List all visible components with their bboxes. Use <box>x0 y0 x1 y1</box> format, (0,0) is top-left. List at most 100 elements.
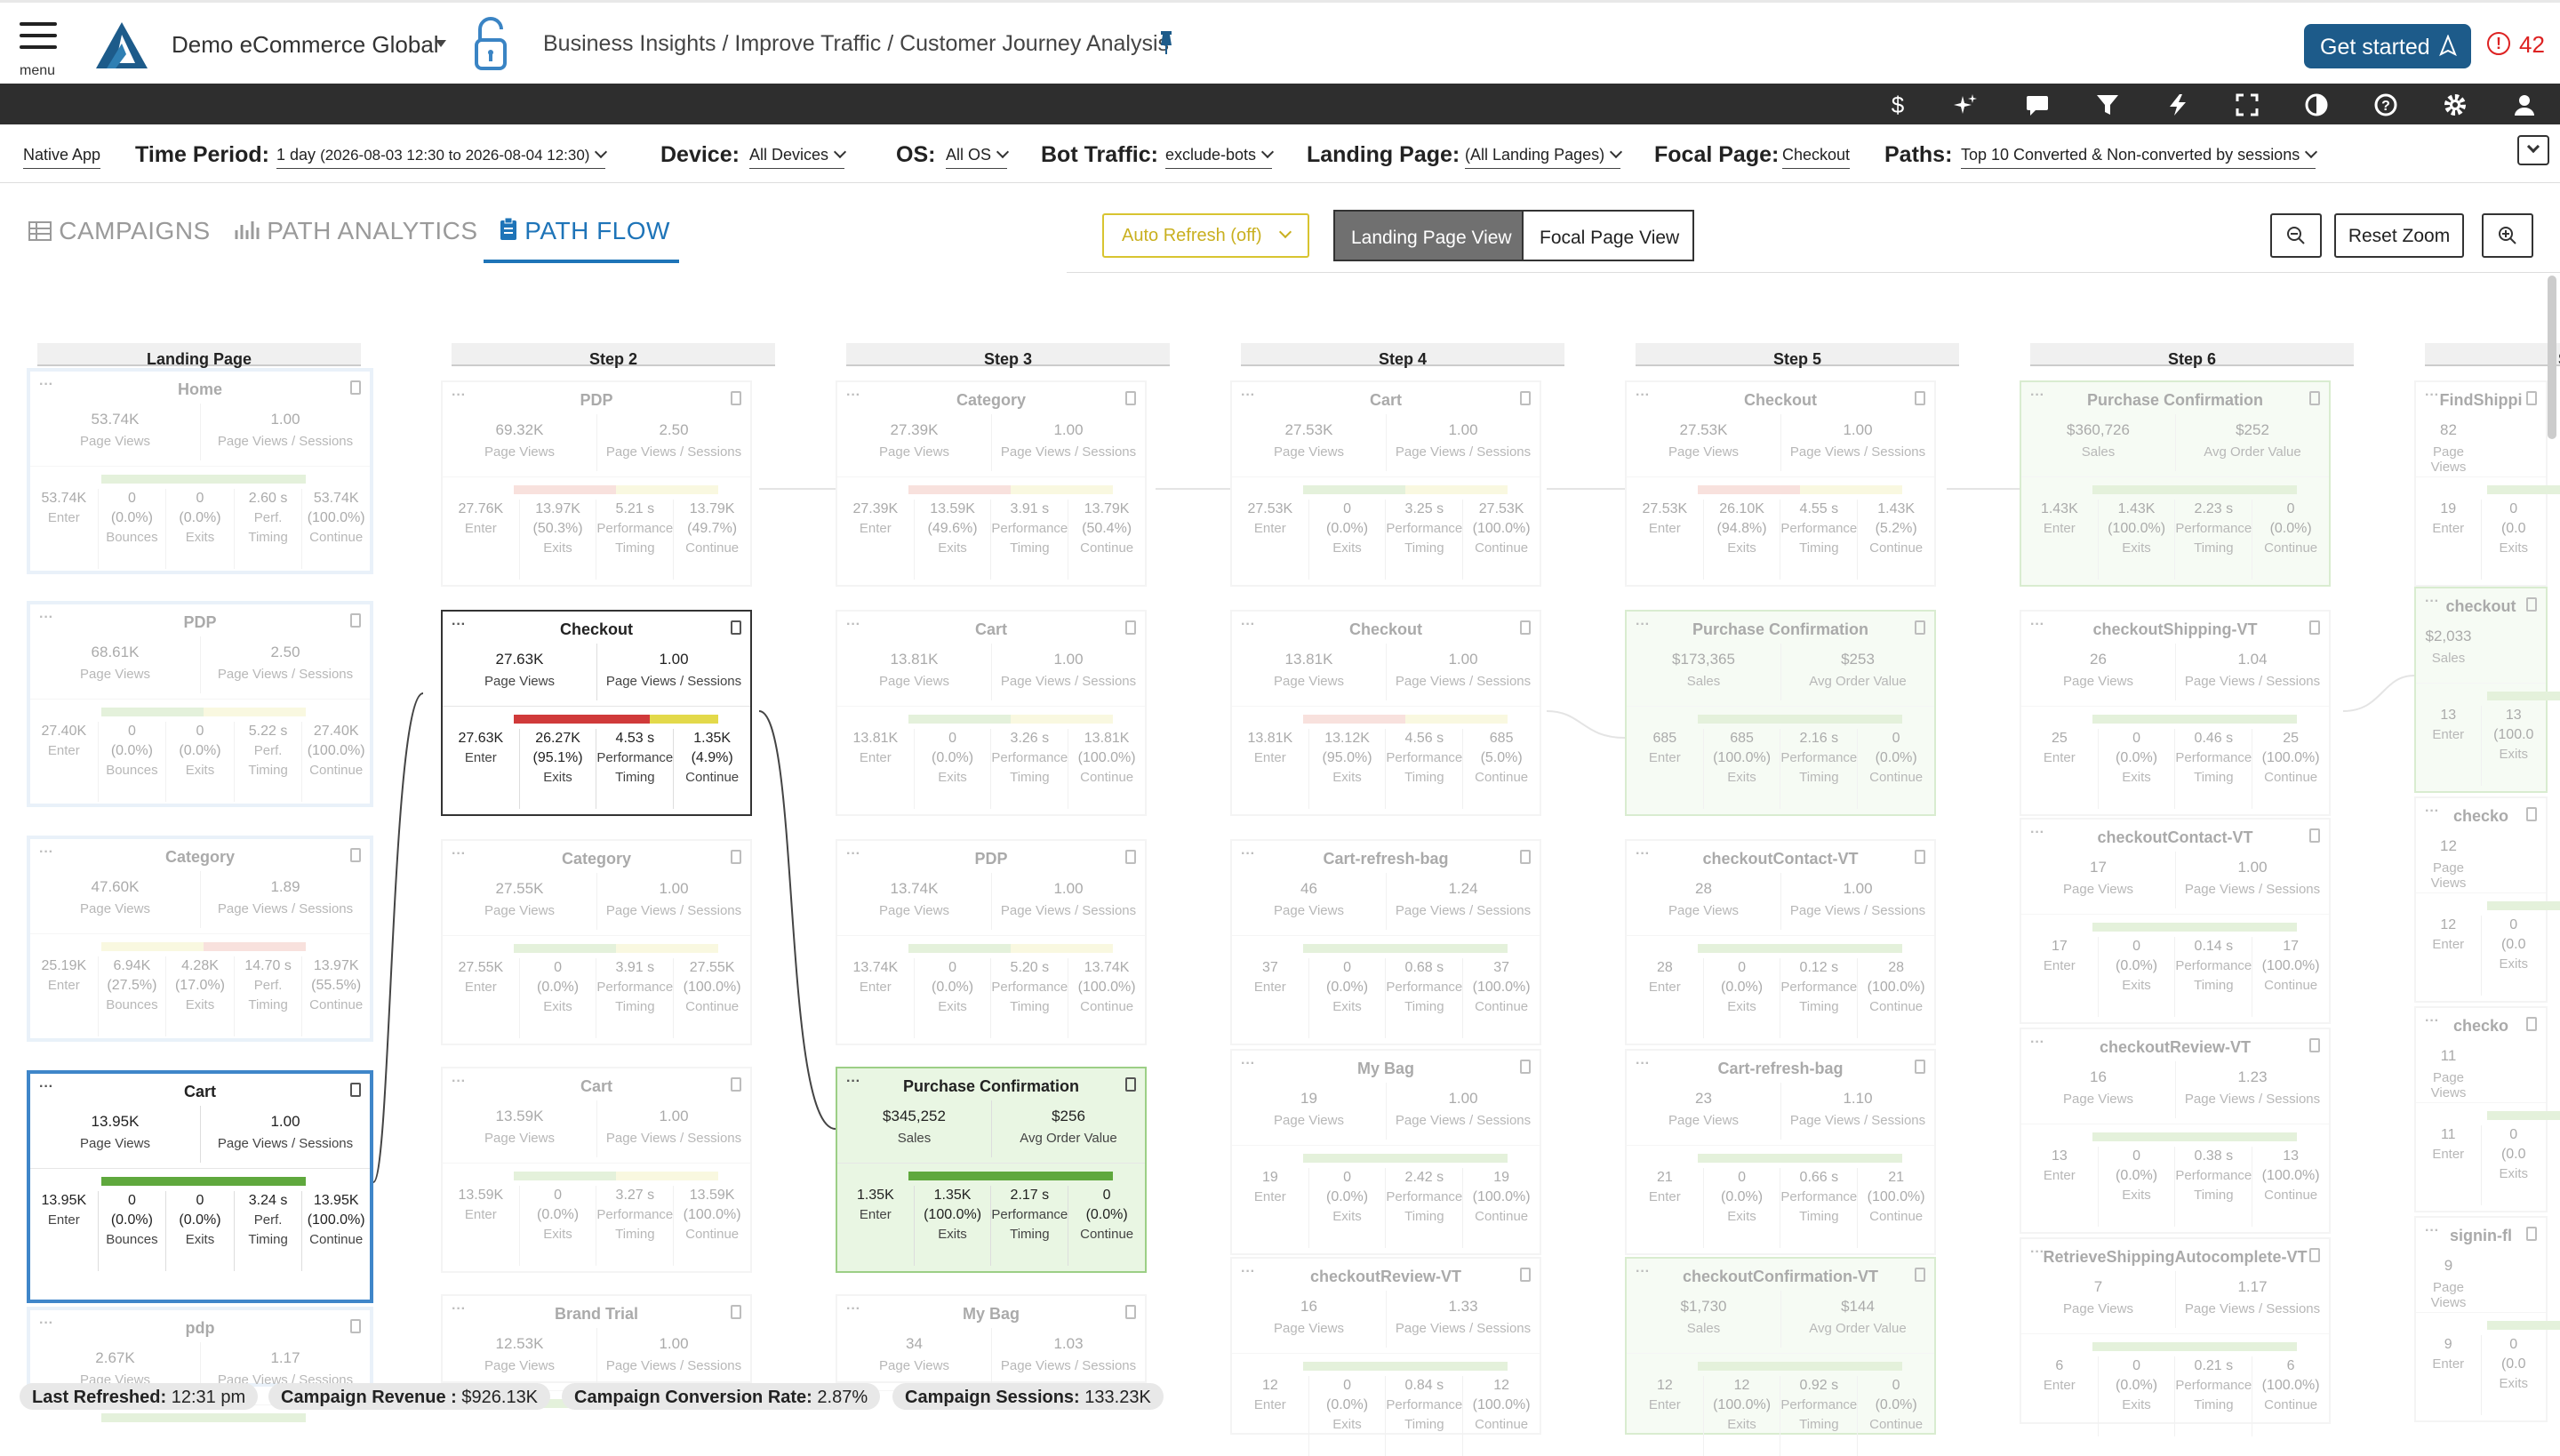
node-title: Checkout <box>1348 620 1422 638</box>
node-stats: 1.35K Enter 1.35K (100.0%) Exits 2.17 s Perfor… <box>837 1186 1145 1266</box>
device-icon <box>2526 391 2537 405</box>
device-icon <box>2309 1038 2320 1052</box>
page-node-s2_category[interactable]: ··· Category 27.55K Page Views 1.00 Page V… <box>441 839 752 1045</box>
node-stats: 9 Enter 0 (0.0 Exits <box>2416 1335 2546 1415</box>
node-health-bar <box>2092 715 2298 724</box>
node-health-bar <box>514 715 719 724</box>
page-node-s4_checkout[interactable]: ··· Checkout 13.81K Page Views 1.00 Page V… <box>1230 610 1541 816</box>
column-header: Step 5 <box>1636 343 1959 368</box>
node-stats: 11 Enter 0 (0.0 Exits <box>2416 1125 2546 1205</box>
device-icon <box>2309 828 2320 843</box>
page-node-s4_cartref[interactable]: ··· Cart-refresh-bag 46 Page Views 1.24 Pa… <box>1230 839 1541 1045</box>
node-title: Cart <box>183 1083 216 1100</box>
device-icon <box>1520 620 1531 635</box>
page-node-s3_mybag[interactable]: ··· My Bag 34 Page Views 1.03 Page Views /… <box>836 1294 1147 1408</box>
node-secondary-metric: 1.00 Page Views / Sessions <box>200 1106 370 1163</box>
node-title: Cart-refresh-bag <box>1323 850 1449 868</box>
node-health-bar <box>908 944 1113 953</box>
page-node-s5_cartref[interactable]: ··· Cart-refresh-bag 23 Page Views 1.10 Pa… <box>1625 1049 1936 1255</box>
node-primary-metric: $2,033 Sales <box>2425 628 2472 666</box>
page-node-s3_pdp[interactable]: ··· PDP 13.74K Page Views 1.00 Page Views … <box>836 839 1147 1045</box>
page-node-s7_signin[interactable]: ··· signin-fl 9 Page Views 9 Enter 0 (0.0 Exi… <box>2414 1216 2560 1422</box>
page-node-s7_check2[interactable]: ··· checko 12 Page Views 12 Enter 0 (0.0 Exit… <box>2414 796 2560 1003</box>
node-health-bar <box>514 944 718 953</box>
node-primary-metric: 46 Page Views <box>1274 880 1344 918</box>
node-secondary-metric: 1.04 Page Views / Sessions <box>2175 644 2329 700</box>
page-node-s7_check3[interactable]: ··· checko 11 Page Views 11 Enter 0 (0.0 Exit… <box>2414 1006 2560 1212</box>
device-icon <box>731 620 741 635</box>
page-node-s2_pdp[interactable]: ··· PDP 69.32K Page Views 2.50 Page Views … <box>441 380 752 587</box>
node-health-bar <box>1303 944 1508 953</box>
node-primary-metric: 2.67K Page Views <box>80 1349 150 1388</box>
page-node-lp_category[interactable]: ··· Category 47.60K Page Views 1.89 Page V… <box>27 836 373 1042</box>
column-header: St <box>2425 343 2560 368</box>
device-icon <box>1125 391 1136 405</box>
column-header: Step 4 <box>1241 343 1564 368</box>
device-icon <box>2309 391 2320 405</box>
page-node-s6_purchase[interactable]: ··· Purchase Confirmation $360,726 Sales … <box>2020 380 2331 587</box>
node-title: pdp <box>185 1319 215 1337</box>
page-node-s2_brand[interactable]: ··· Brand Trial 12.53K Page Views 1.00 Pag… <box>441 1294 752 1408</box>
node-stats: 19 Enter 0 (0.0 Exits <box>2416 500 2546 580</box>
page-node-s6_review[interactable]: ··· checkoutReview-VT 16 Page Views 1.23 P… <box>2020 1028 2331 1234</box>
node-primary-metric: 34 Page Views <box>879 1335 949 1373</box>
scrollbar-thumb[interactable] <box>2548 276 2556 439</box>
device-icon <box>1520 1268 1531 1282</box>
node-stats: 17 Enter 0 (0.0%) Exits 0.14 s Performance Tim… <box>2021 937 2329 1017</box>
page-node-s2_cart[interactable]: ··· Cart 13.59K Page Views 1.00 Page Views… <box>441 1067 752 1273</box>
node-secondary-metric: 1.00 Page Views / Sessions <box>200 404 370 460</box>
node-secondary-metric: 1.89 Page Views / Sessions <box>200 871 370 928</box>
page-node-s4_cart[interactable]: ··· Cart 27.53K Page Views 1.00 Page Views… <box>1230 380 1541 587</box>
page-node-s6_retrieve[interactable]: ··· RetrieveShippingAutocomplete-VT 7 Pag… <box>2020 1237 2331 1436</box>
page-node-s3_purchase[interactable]: ··· Purchase Confirmation $345,252 Sales … <box>836 1067 1147 1273</box>
node-title: Checkout <box>1743 391 1817 409</box>
node-health-bar <box>101 475 307 484</box>
page-node-lp_pdp[interactable]: ··· PDP 68.61K Page Views 2.50 Page Views … <box>27 601 373 807</box>
device-icon <box>350 848 361 862</box>
node-primary-metric: 26 Page Views <box>2063 651 2133 689</box>
node-health-bar <box>1698 1154 1903 1163</box>
device-icon <box>1520 391 1531 405</box>
page-node-s7_checkout[interactable]: ··· checkout $2,033 Sales 13 Enter 13 (100.0… <box>2414 587 2560 793</box>
node-title: Brand Trial <box>554 1305 639 1323</box>
node-secondary-metric: 1.00 Page Views / Sessions <box>1780 414 1934 471</box>
page-node-lp_pdp2[interactable]: ··· pdp 2.67K Page Views 1.17 Page Views /… <box>27 1307 373 1422</box>
page-node-s5_confirm[interactable]: ··· checkoutConfirmation-VT $1,730 Sales … <box>1625 1257 1936 1456</box>
page-node-lp_cart[interactable]: ··· Cart 13.95K Page Views 1.00 Page Views… <box>27 1070 373 1303</box>
page-node-s3_cart[interactable]: ··· Cart 13.81K Page Views 1.00 Page Views… <box>836 610 1147 816</box>
device-icon <box>1915 391 1925 405</box>
node-title: Category <box>164 848 236 866</box>
page-node-s4_review[interactable]: ··· checkoutReview-VT 16 Page Views 1.33 P… <box>1230 1257 1541 1456</box>
column-header: Landing Page <box>37 343 361 368</box>
node-health-bar <box>2092 1342 2298 1351</box>
node-title: My Bag <box>1356 1060 1414 1077</box>
node-secondary-metric: 1.00 Page Views / Sessions <box>596 873 750 930</box>
page-node-lp_home[interactable]: ··· Home 53.74K Page Views 1.00 Page Views… <box>27 368 373 574</box>
page-node-s6_shipping[interactable]: ··· checkoutShipping-VT 26 Page Views 1.0… <box>2020 610 2331 816</box>
node-primary-metric: 82 Page Views <box>2430 421 2467 475</box>
node-secondary-metric: 2.50 Page Views / Sessions <box>200 636 370 693</box>
node-primary-metric: 19 Page Views <box>1274 1090 1344 1128</box>
node-primary-metric: 27.53K Page Views <box>1274 421 1344 460</box>
page-node-s3_category[interactable]: ··· Category 27.39K Page Views 1.00 Page V… <box>836 380 1147 587</box>
page-node-s4_mybag[interactable]: ··· My Bag 19 Page Views 1.00 Page Views /… <box>1230 1049 1541 1255</box>
node-title: RetrieveShippingAutocomplete-VT <box>2043 1248 2308 1266</box>
node-stats: 1.43K Enter 1.43K (100.0%) Exits 2.23 s Perfor… <box>2021 500 2329 580</box>
node-primary-metric: 9 Page Views <box>2430 1257 2467 1310</box>
node-primary-metric: 53.74K Page Views <box>80 411 150 449</box>
vertical-scrollbar[interactable] <box>2546 272 2560 1435</box>
node-primary-metric: $360,726 Sales <box>2067 421 2130 460</box>
node-stats: 13.59K Enter 0 (0.0%) Exits 3.27 s Performance… <box>443 1186 750 1266</box>
page-node-s5_purchase[interactable]: ··· Purchase Confirmation $173,365 Sales … <box>1625 610 1936 816</box>
node-stats: 13.81K Enter 13.12K (95.0%) Exits 4.56 s Perfo… <box>1232 729 1540 809</box>
page-node-s5_checkout[interactable]: ··· Checkout 27.53K Page Views 1.00 Page V… <box>1625 380 1936 587</box>
node-health-bar <box>1698 715 1903 724</box>
device-icon <box>1915 1060 1925 1074</box>
page-node-s6_contact[interactable]: ··· checkoutContact-VT 17 Page Views 1.00… <box>2020 818 2331 1024</box>
node-health-bar <box>101 1413 307 1422</box>
page-node-s5_contact[interactable]: ··· checkoutContact-VT 28 Page Views 1.00… <box>1625 839 1936 1045</box>
node-title: Purchase Confirmation <box>902 1077 1080 1095</box>
device-icon <box>2526 807 2537 821</box>
page-node-s7_find[interactable]: ··· FindShippi 82 Page Views 19 Enter 0 (0.0… <box>2414 380 2560 587</box>
page-node-s2_checkout[interactable]: ··· Checkout 27.63K Page Views 1.00 Page V… <box>441 610 752 816</box>
